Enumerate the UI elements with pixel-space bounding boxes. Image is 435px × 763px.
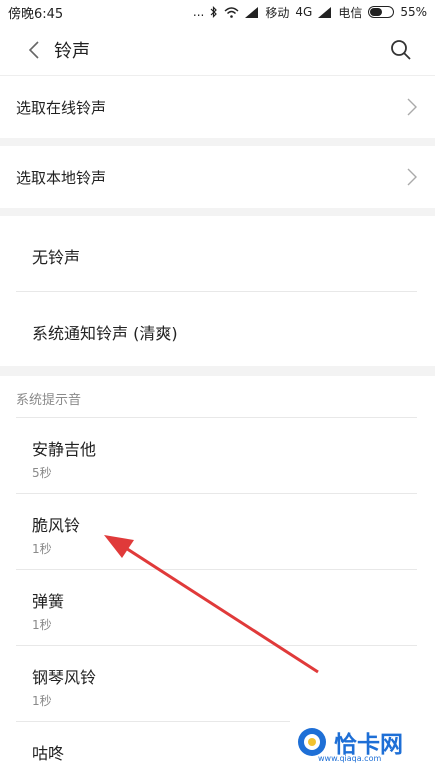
watermark-url: www.qiaqa.com: [318, 754, 382, 763]
logo-icon: [298, 727, 326, 756]
annotation-arrow: [104, 535, 319, 674]
